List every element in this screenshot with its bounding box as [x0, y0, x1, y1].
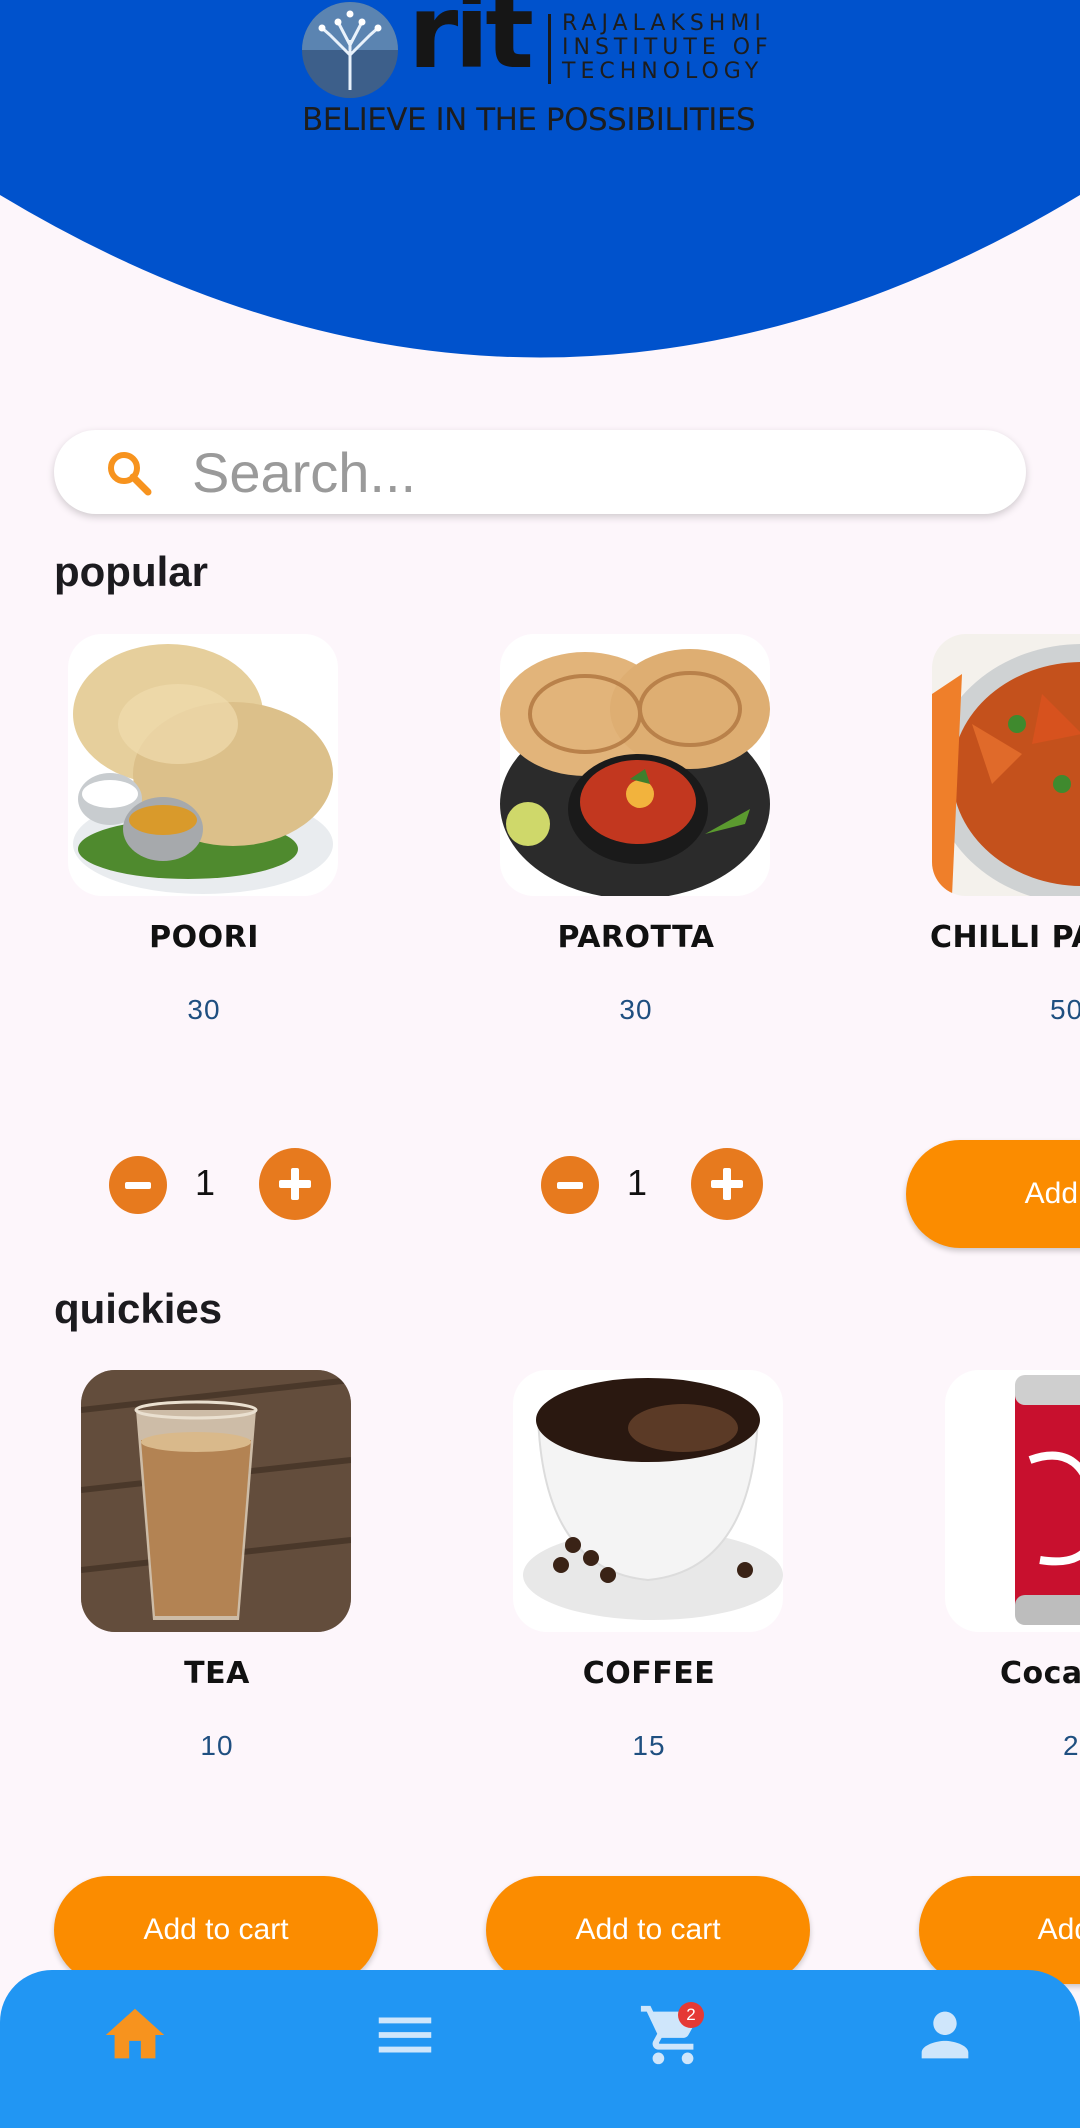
food-card-coffee[interactable]: COFFEE 15 Add to cart: [459, 1370, 839, 2010]
decrease-quantity-button[interactable]: [109, 1156, 167, 1214]
home-icon: [105, 2008, 165, 2059]
nav-menu[interactable]: [370, 2000, 440, 2070]
chilli-image: [932, 634, 1080, 896]
search-input[interactable]: [192, 440, 992, 504]
nav-home[interactable]: [100, 2000, 170, 2070]
food-card-parotta[interactable]: PAROTTA 30 1: [446, 634, 826, 1274]
quantity-stepper: 1: [14, 1146, 394, 1220]
search-icon: [108, 452, 152, 496]
food-card-tea[interactable]: TEA 10 Add to cart: [27, 1370, 407, 2010]
food-card-chilli[interactable]: CHILLI PA 50 Add to: [878, 634, 1080, 1274]
add-to-cart-button[interactable]: Add to cart: [486, 1876, 810, 1984]
food-name: CHILLI PA: [930, 920, 1080, 955]
quantity-value: 1: [626, 1162, 648, 1203]
logo-emblem-icon: [302, 2, 398, 98]
bottom-navigation-bar: 2: [0, 1970, 1080, 2128]
food-price: 2: [1063, 1730, 1080, 1761]
food-price: 15: [632, 1730, 666, 1761]
decrease-quantity-button[interactable]: [541, 1156, 599, 1214]
food-name: COFFEE: [582, 1656, 716, 1691]
cart-count-badge: 2: [678, 2002, 704, 2028]
institute-name: RAJALAKSHMI INSTITUTE OF TECHNOLOGY: [562, 12, 802, 84]
cola-image: [945, 1370, 1080, 1632]
menu-icon: [378, 2017, 432, 2053]
food-price: 50: [1050, 994, 1080, 1025]
poori-image: [68, 634, 338, 896]
food-name: Coca: [1000, 1656, 1080, 1691]
increase-quantity-button[interactable]: [691, 1148, 763, 1220]
profile-icon: [921, 2011, 969, 2059]
logo-divider: [548, 14, 551, 84]
add-to-cart-button[interactable]: Add to cart: [54, 1876, 378, 1984]
food-price: 30: [619, 994, 653, 1025]
institute-name-line: TECHNOLOGY: [562, 59, 764, 84]
parotta-image: [500, 634, 770, 896]
increase-quantity-button[interactable]: [259, 1148, 331, 1220]
header-banner: rit RAJALAKSHMI INSTITUTE OF TECHNOLOGY …: [0, 0, 1080, 380]
food-price: 30: [187, 994, 221, 1025]
college-logo: rit RAJALAKSHMI INSTITUTE OF TECHNOLOGY …: [300, 0, 790, 140]
quantity-value: 1: [194, 1162, 216, 1203]
food-price: 10: [200, 1730, 234, 1761]
food-name: TEA: [184, 1656, 250, 1691]
food-card-coca-cola[interactable]: Coca 2 Add to: [891, 1370, 1080, 2010]
food-name: POORI: [149, 920, 259, 955]
coffee-image: [513, 1370, 783, 1632]
section-title-quickies: quickies: [54, 1285, 223, 1332]
add-to-cart-button[interactable]: Add to: [906, 1140, 1080, 1248]
search-bar[interactable]: [54, 430, 1026, 514]
institute-name-line: RAJALAKSHMI: [562, 11, 766, 36]
nav-cart[interactable]: 2: [638, 2000, 708, 2070]
logo-wordmark: rit: [408, 0, 534, 92]
logo-tagline: BELIEVE IN THE POSSIBILITIES: [302, 102, 756, 138]
nav-profile[interactable]: [910, 2000, 980, 2070]
food-name: PAROTTA: [557, 920, 715, 955]
quantity-stepper: 1: [446, 1146, 826, 1220]
institute-name-line: INSTITUTE OF: [562, 35, 773, 60]
section-title-popular: popular: [54, 548, 208, 595]
tea-image: [81, 1370, 351, 1632]
add-to-cart-button[interactable]: Add to: [919, 1876, 1080, 1984]
food-card-poori[interactable]: POORI 30 1: [14, 634, 394, 1274]
